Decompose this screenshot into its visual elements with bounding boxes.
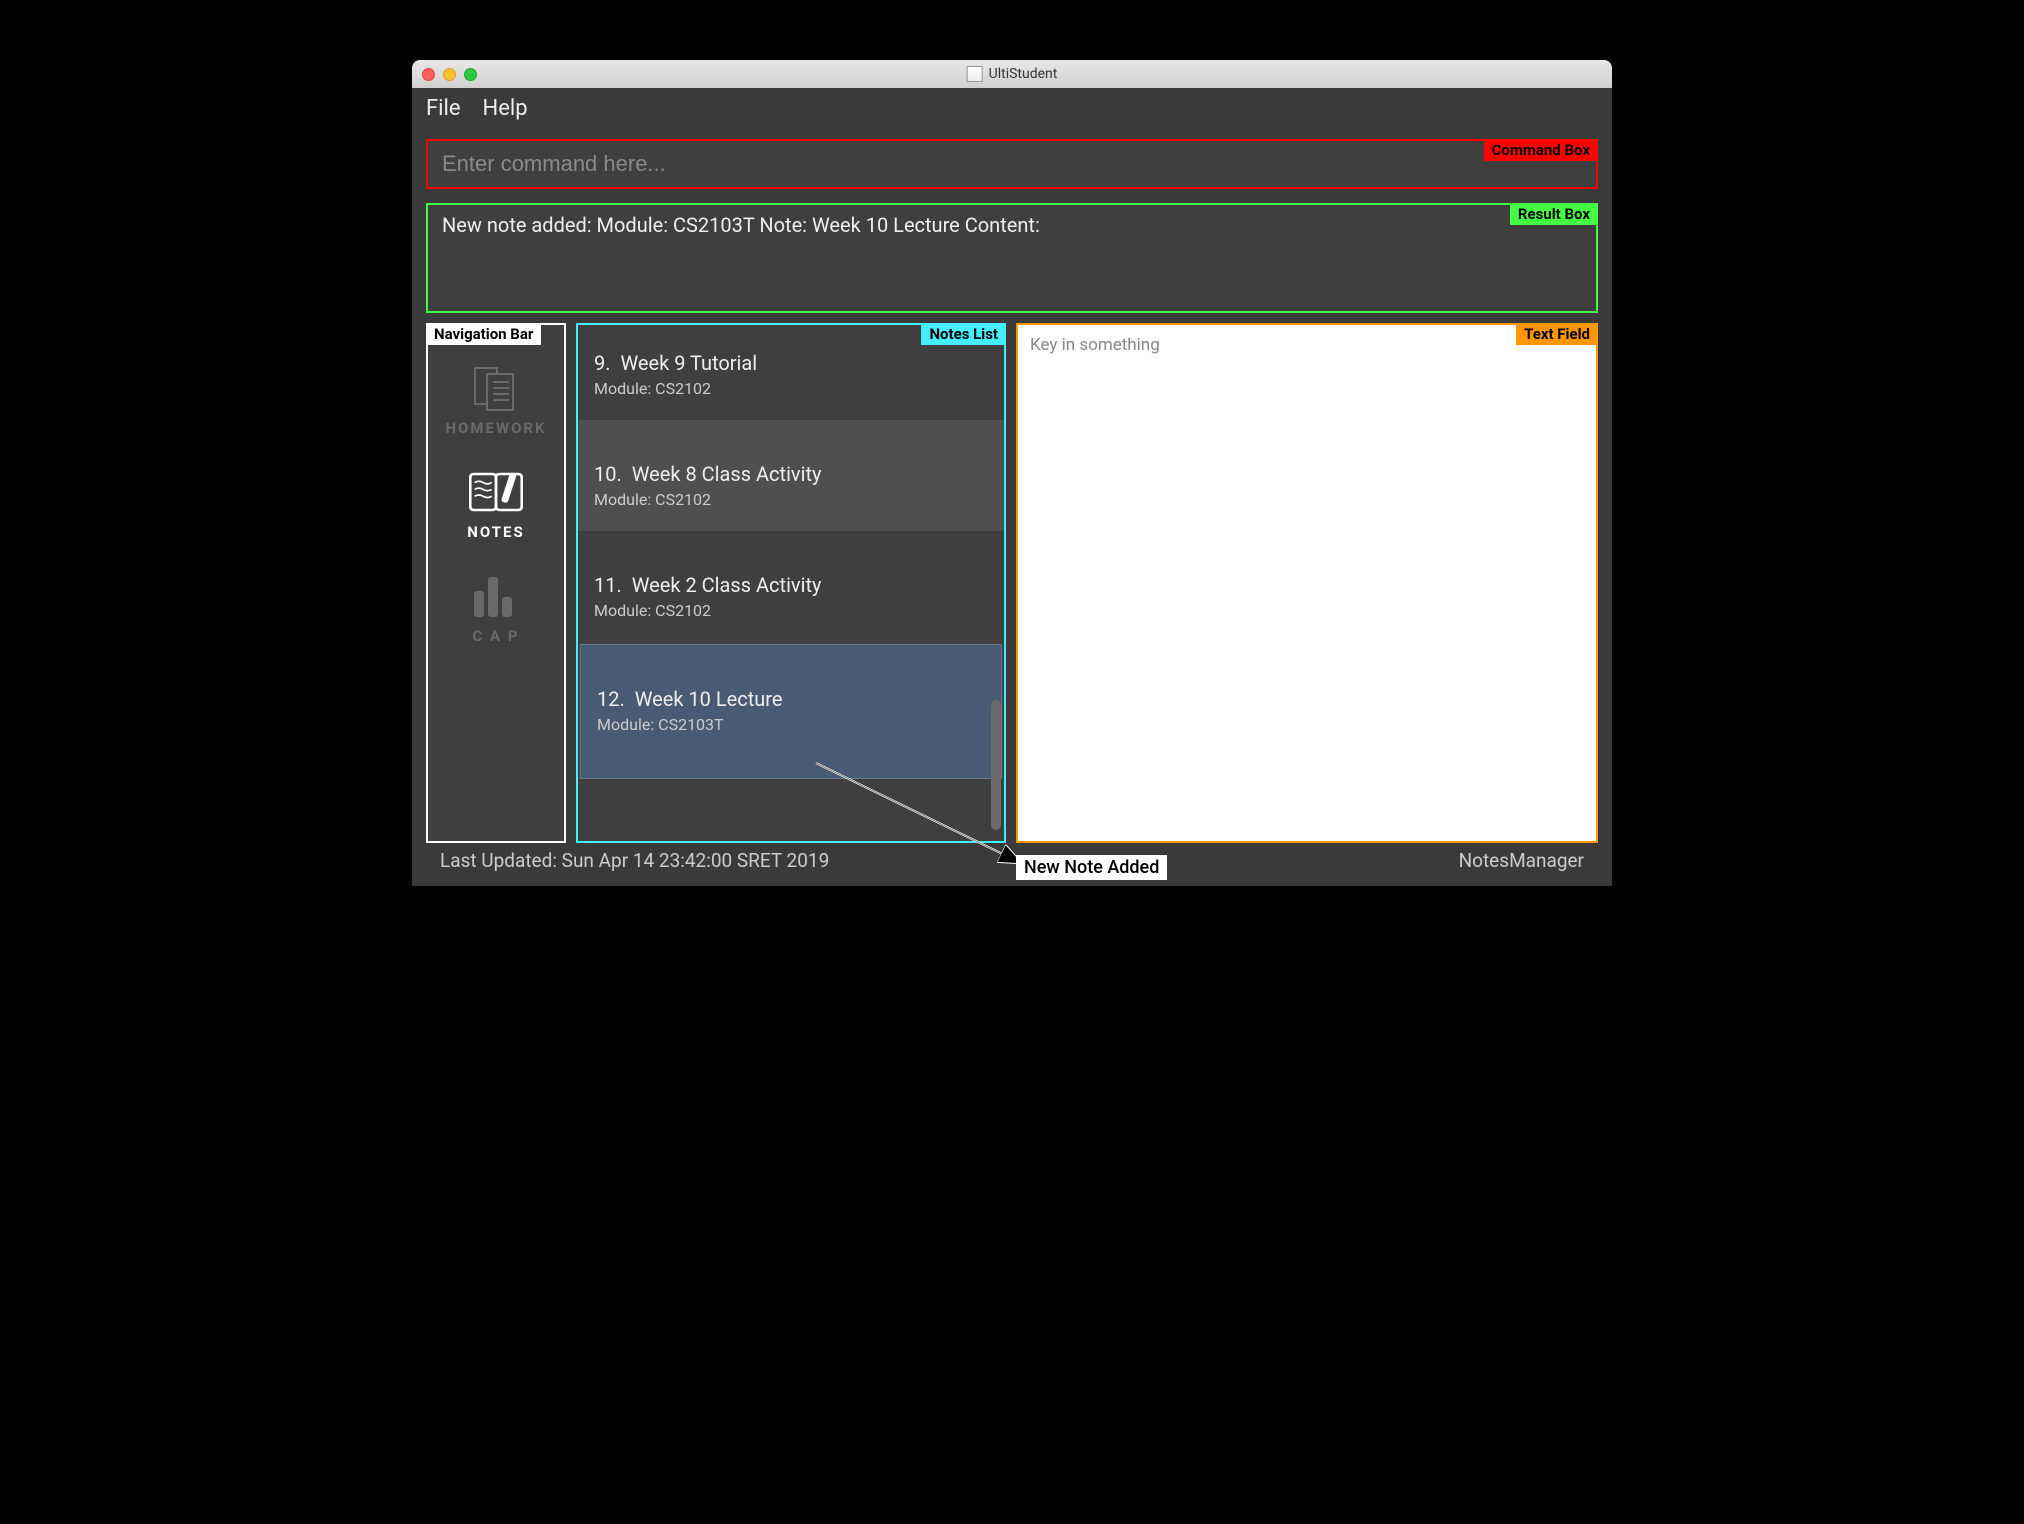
content-area: Command Box New note added: Module: CS21…: [412, 129, 1612, 886]
close-icon[interactable]: [422, 68, 435, 81]
menu-help[interactable]: Help: [483, 96, 528, 121]
result-box: New note added: Module: CS2103T Note: We…: [426, 203, 1598, 313]
scrollbar-thumb[interactable]: [991, 700, 1001, 830]
nav-item-homework[interactable]: HOMEWORK: [445, 361, 546, 437]
menu-file[interactable]: File: [426, 96, 461, 121]
notes-list: Notes List 9. Week 9 Tutorial Module: CS…: [576, 323, 1006, 843]
window-controls: [422, 68, 477, 81]
note-item-selected[interactable]: 12. Week 10 Lecture Module: CS2103T: [580, 644, 1002, 779]
maximize-icon[interactable]: [464, 68, 477, 81]
navigation-bar: Navigation Bar HOMEWORK: [426, 323, 566, 843]
nav-item-cap[interactable]: C A P: [466, 569, 526, 645]
text-field-label: Text Field: [1516, 323, 1598, 345]
note-module: Module: CS2102: [594, 379, 988, 398]
window-title-text: UltiStudent: [989, 66, 1058, 82]
text-field-placeholder: Key in something: [1030, 335, 1160, 355]
note-title: 10. Week 8 Class Activity: [594, 462, 988, 486]
window-title: UltiStudent: [967, 66, 1058, 82]
command-input[interactable]: [442, 151, 1582, 177]
navigation-bar-label: Navigation Bar: [426, 323, 541, 345]
notes-icon: [466, 465, 526, 519]
app-icon: [967, 66, 983, 82]
result-text: New note added: Module: CS2103T Note: We…: [442, 213, 1040, 237]
note-item[interactable]: 11. Week 2 Class Activity Module: CS2102: [578, 531, 1004, 642]
result-box-label: Result Box: [1510, 203, 1598, 225]
nav-label-cap: C A P: [472, 627, 519, 645]
menu-bar: File Help: [412, 88, 1612, 129]
notes-scroll[interactable]: 9. Week 9 Tutorial Module: CS2102 10. We…: [578, 325, 1004, 841]
nav-label-notes: NOTES: [467, 523, 524, 541]
nav-label-homework: HOMEWORK: [445, 419, 546, 437]
note-module: Module: CS2102: [594, 601, 988, 620]
app-window: UltiStudent File Help Command Box New no…: [412, 60, 1612, 886]
note-module: Module: CS2102: [594, 490, 988, 509]
text-field[interactable]: Text Field Key in something: [1016, 323, 1598, 843]
status-last-updated: Last Updated: Sun Apr 14 23:42:00 SRET 2…: [440, 849, 829, 872]
homework-icon: [466, 361, 526, 415]
nav-item-notes[interactable]: NOTES: [466, 465, 526, 541]
note-title: 9. Week 9 Tutorial: [594, 351, 988, 375]
status-bar: Last Updated: Sun Apr 14 23:42:00 SRET 2…: [426, 843, 1598, 880]
note-title: 11. Week 2 Class Activity: [594, 573, 988, 597]
command-box-label: Command Box: [1484, 139, 1598, 161]
note-item[interactable]: 10. Week 8 Class Activity Module: CS2102: [578, 420, 1004, 531]
main-row: Navigation Bar HOMEWORK: [426, 323, 1598, 843]
cap-icon: [466, 569, 526, 623]
status-manager: NotesManager: [1459, 849, 1584, 872]
note-title: 12. Week 10 Lecture: [597, 687, 985, 711]
notes-list-label: Notes List: [921, 323, 1006, 345]
minimize-icon[interactable]: [443, 68, 456, 81]
annotation-callout: New Note Added: [1016, 855, 1167, 880]
command-box: Command Box: [426, 139, 1598, 189]
note-module: Module: CS2103T: [597, 715, 985, 734]
titlebar: UltiStudent: [412, 60, 1612, 88]
